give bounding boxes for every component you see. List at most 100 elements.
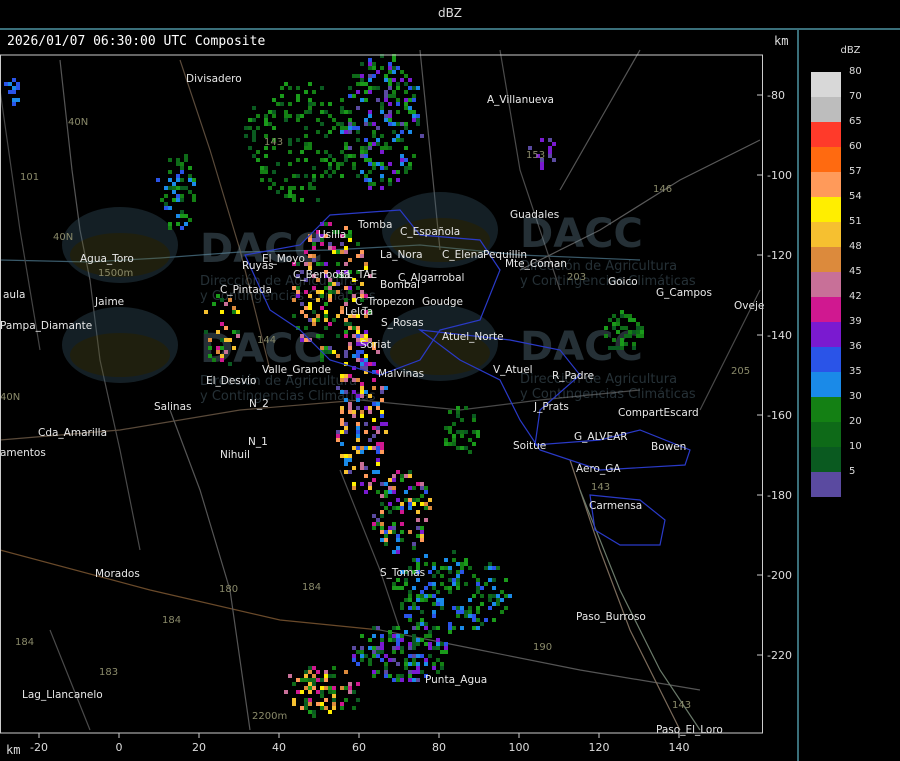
echo-cell [416, 654, 420, 658]
echo-cell [372, 402, 376, 406]
echo-cell [296, 690, 300, 694]
echo-cell [380, 178, 384, 182]
echo-cell [464, 406, 468, 410]
echo-cell [424, 634, 428, 638]
echo-cell [352, 166, 356, 170]
echo-cell [404, 74, 408, 78]
legend-swatch [811, 247, 841, 272]
echo-cell [312, 682, 316, 686]
echo-cell [376, 86, 380, 90]
echo-cell [372, 646, 376, 650]
echo-cell [420, 670, 424, 674]
echo-cell [392, 550, 396, 554]
echo-cell [404, 126, 408, 130]
echo-cell [376, 126, 380, 130]
echo-cell [364, 174, 368, 178]
echo-cell [352, 482, 356, 486]
echo-cell [16, 82, 20, 86]
echo-cell [388, 510, 392, 514]
echo-cell [360, 334, 364, 338]
x-tick-label: -20 [30, 741, 48, 754]
echo-cell [368, 90, 372, 94]
echo-cell [384, 542, 388, 546]
echo-cell [356, 286, 360, 290]
echo-cell [372, 470, 376, 474]
echo-cell [344, 686, 348, 690]
echo-cell [368, 74, 372, 78]
echo-cell [352, 154, 356, 158]
echo-cell [296, 174, 300, 178]
echo-cell [424, 518, 428, 522]
echo-cell [396, 642, 400, 646]
echo-cell [424, 662, 428, 666]
echo-cell [456, 610, 460, 614]
echo-cell [376, 138, 380, 142]
echo-cell [360, 482, 364, 486]
echo-cell [384, 94, 388, 98]
echo-cell [396, 626, 400, 630]
echo-cell [300, 186, 304, 190]
echo-cell [640, 334, 644, 338]
echo-cell [496, 602, 500, 606]
legend-value: 30 [849, 391, 862, 402]
echo-cell [328, 162, 332, 166]
echo-cell [380, 482, 384, 486]
echo-cell [368, 158, 372, 162]
echo-cell [408, 594, 412, 598]
echo-cell [620, 338, 624, 342]
echo-cell [332, 282, 336, 286]
echo-cell [360, 150, 364, 154]
echo-cell [368, 638, 372, 642]
echo-cell [332, 698, 336, 702]
echo-cell [440, 602, 444, 606]
echo-cell [336, 262, 340, 266]
echo-cell [224, 326, 228, 330]
watermark-line1: Dirección de Agricultura [520, 372, 677, 387]
place-label: Paso_Burroso [576, 611, 646, 623]
echo-cell [380, 646, 384, 650]
place-label: Agua_Toro [80, 253, 134, 265]
echo-cell [428, 642, 432, 646]
echo-cell [276, 162, 280, 166]
echo-cell [192, 178, 196, 182]
echo-cell [308, 678, 312, 682]
x-tick-label: 20 [192, 741, 206, 754]
echo-cell [476, 618, 480, 622]
echo-cell [264, 166, 268, 170]
echo-cell [184, 154, 188, 158]
echo-cell [340, 106, 344, 110]
echo-cell [368, 394, 372, 398]
echo-cell [420, 622, 424, 626]
echo-cell [452, 606, 456, 610]
echo-cell [324, 674, 328, 678]
radar-canvas[interactable]: DACCDirección de Agriculturay Contingenc… [0, 30, 797, 761]
place-label: Mte_Coman [505, 258, 567, 270]
echo-cell [396, 470, 400, 474]
echo-cell [392, 646, 396, 650]
echo-cell [292, 314, 296, 318]
echo-cell [324, 318, 328, 322]
echo-cell [344, 334, 348, 338]
echo-cell [176, 186, 180, 190]
echo-cell [380, 102, 384, 106]
echo-cell [8, 82, 12, 86]
radar-map[interactable]: DACC Dirección de Agricultura y Contingenc… [0, 30, 797, 761]
echo-cell [364, 90, 368, 94]
echo-cell [216, 330, 220, 334]
echo-cell [324, 286, 328, 290]
echo-cell [408, 670, 412, 674]
echo-cell [252, 138, 256, 142]
echo-cell [308, 186, 312, 190]
echo-cell [332, 666, 336, 670]
echo-cell [332, 250, 336, 254]
echo-cell [348, 690, 352, 694]
echo-cell [348, 470, 352, 474]
echo-cell [292, 198, 296, 202]
echo-cell [492, 618, 496, 622]
echo-cell [320, 86, 324, 90]
echo-cell [408, 618, 412, 622]
road-number-label: 153 [526, 150, 545, 161]
echo-cell [616, 330, 620, 334]
place-label: Ruyas [242, 260, 274, 272]
echo-cell [548, 146, 552, 150]
